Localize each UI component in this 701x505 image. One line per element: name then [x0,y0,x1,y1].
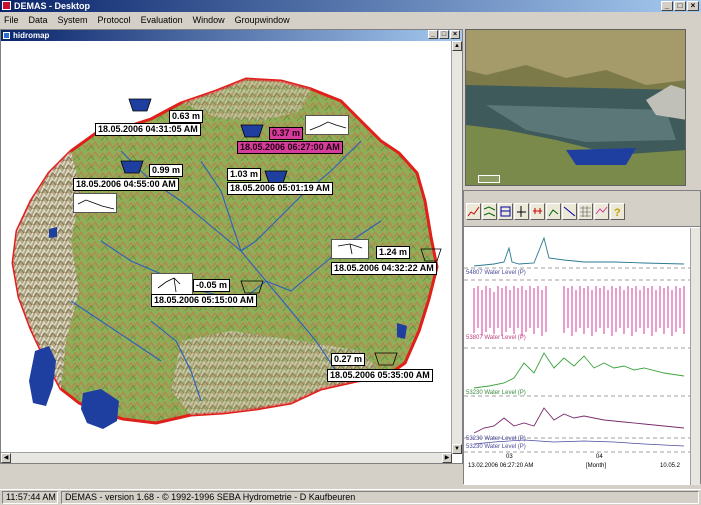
map-horizontal-scrollbar[interactable]: ◀ ▶ [1,452,452,463]
map-close-button[interactable]: × [450,30,460,39]
station-value-6[interactable]: -0.05 m [193,279,231,292]
series-3-label: 53230 Water Level (P) [466,390,526,396]
chart-toolbar: ? [464,191,700,227]
scroll-right-icon[interactable]: ▶ [442,453,452,463]
status-clock: 11:57:44 AM [2,491,58,504]
menubar: File Data System Protocol Evaluation Win… [0,12,701,28]
station-value-7[interactable]: 0.27 m [331,353,366,366]
zoom-x-icon[interactable] [530,203,545,220]
sparkline-6-icon [157,277,181,293]
station-sparkline-6[interactable] [151,273,193,295]
series-1-label: 54807 Water Level (P) [466,270,526,276]
desktop-background [0,464,463,489]
station-value-4[interactable]: 1.03 m [227,168,262,181]
station-sparkline-2[interactable] [305,115,349,135]
station-value-2[interactable]: 0.37 m [269,127,304,140]
hidromap-title: hidromap [13,31,50,40]
series-4-line [473,407,685,434]
lake-ohrid [29,346,56,406]
scroll-down-icon[interactable]: ▼ [452,444,462,454]
relief-map[interactable]: 0.63 m 18.05.2006 04:31:05 AM 0.37 m 18.… [1,41,452,454]
statusbar: 11:57:44 AM DEMAS - version 1.68 - © 199… [0,489,701,505]
sparkline-3-icon [77,199,115,210]
station-sparkline-3[interactable] [73,193,117,213]
chart-vertical-scrollbar[interactable] [690,228,700,485]
minimize-button[interactable]: _ [661,1,673,11]
river-photo-image [466,30,685,185]
multi-chart-icon[interactable] [482,203,497,220]
hidromap-titlebar: hidromap _ □ × [1,30,462,41]
menu-protocol[interactable]: Protocol [98,15,131,25]
scroll-up-icon[interactable]: ▲ [452,41,462,51]
svg-text:?: ? [614,207,621,219]
series-2-bars [473,286,685,336]
series-4-label: 53230 Water Level (P) [466,436,526,442]
help-icon[interactable]: ? [610,203,625,220]
trend-icon[interactable] [562,203,577,220]
menu-evaluation[interactable]: Evaluation [141,15,183,25]
chart-type-icon[interactable] [466,203,481,220]
station-time-4[interactable]: 18.05.2006 05:01:19 AM [227,182,333,195]
menu-window[interactable]: Window [193,15,225,25]
x-tick-03: 03 [506,454,513,460]
value-table-icon[interactable] [498,203,513,220]
sparkline-5-icon [337,243,363,255]
menu-file[interactable]: File [4,15,19,25]
menu-groupwindow[interactable]: Groupwindow [235,15,290,25]
series-5-label: 53230 Water Level (P) [466,444,526,450]
map-minimize-button[interactable]: _ [428,30,438,39]
menu-system[interactable]: System [58,15,88,25]
hidromap-window: hidromap _ □ × 0.63 m 18.05.2006 04:31:0… [0,29,463,464]
station-time-3[interactable]: 18.05.2006 04:55:00 AM [73,178,179,191]
x-unit-label: [Month] [586,463,607,469]
series-1-line [473,236,685,267]
cursor-icon[interactable] [514,203,529,220]
chart-window: ? 54807 Water Level (P) 53807 Water Leve… [463,190,701,485]
station-time-6[interactable]: 18.05.2006 05:15:00 AM [151,294,257,307]
app-title: DEMAS - Desktop [14,1,91,11]
chart-area[interactable]: 54807 Water Level (P) 53807 Water Level … [464,228,692,485]
map-window-icon [3,32,10,39]
station-photo[interactable] [465,29,686,186]
station-time-1[interactable]: 18.05.2006 04:31:05 AM [95,123,201,136]
sparkline-2-icon [309,121,347,131]
app-icon [2,1,11,10]
close-button[interactable]: × [687,1,699,11]
menu-data[interactable]: Data [29,15,48,25]
zoom-y-icon[interactable] [546,203,561,220]
start-time-label: 13.02.2006 06:27:20 AM [468,463,534,469]
station-time-5[interactable]: 18.05.2006 04:32:22 AM [331,262,437,275]
station-value-1[interactable]: 0.63 m [169,110,204,123]
map-maximize-button[interactable]: □ [439,30,449,39]
photo-side-panel [686,29,701,186]
x-tick-04: 04 [596,454,603,460]
station-value-3[interactable]: 0.99 m [149,164,184,177]
station-value-5[interactable]: 1.24 m [376,246,411,259]
demas-desktop: DEMAS - Desktop _ □ × File Data System P… [0,0,701,505]
station-time-2[interactable]: 18.05.2006 06:27:00 AM [237,141,343,154]
map-vertical-scrollbar[interactable]: ▲ ▼ [451,41,462,454]
series-3-line [473,352,685,389]
grid-icon[interactable] [578,203,593,220]
app-titlebar: DEMAS - Desktop _ □ × [0,0,701,12]
series-2-label: 53807 Water Level (P) [466,335,526,341]
color-icon[interactable] [594,203,609,220]
maximize-button[interactable]: □ [674,1,686,11]
status-version: DEMAS - version 1.68 - © 1992-1996 SEBA … [61,491,699,504]
end-time-label: 10.05.2 [660,463,681,469]
station-time-7[interactable]: 18.05.2006 05:35:00 AM [327,369,433,382]
photo-caption-chip [478,175,500,183]
station-sparkline-5[interactable] [331,239,369,259]
scroll-left-icon[interactable]: ◀ [1,453,11,463]
